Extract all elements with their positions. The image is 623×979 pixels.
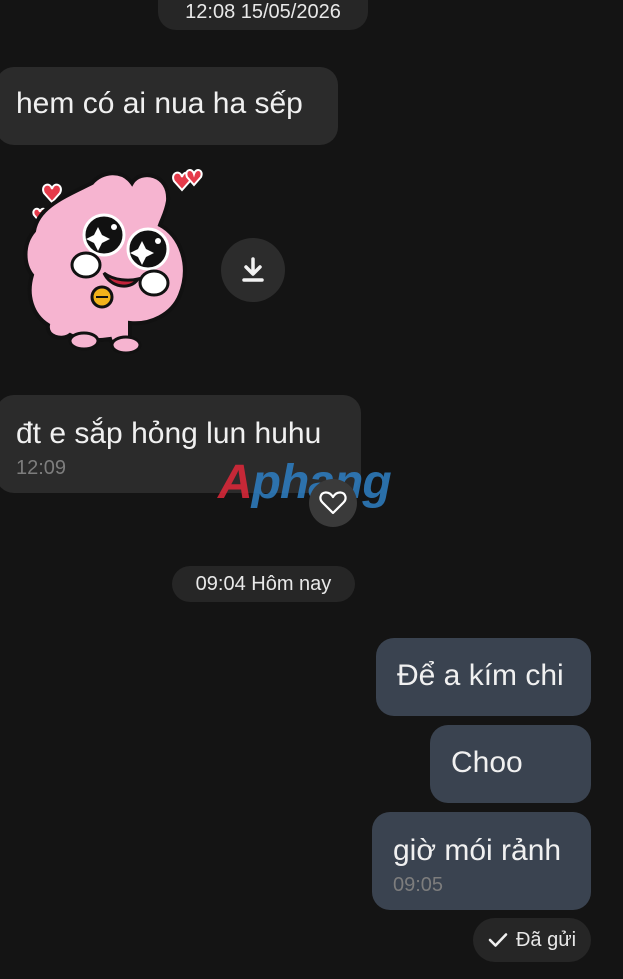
chat-view: 12:08 15/05/2026 hem có ai nua ha sếp đt… — [0, 0, 623, 979]
date-separator-middle: 09:04 Hôm nay — [172, 566, 355, 602]
heart-icon — [319, 491, 347, 515]
date-separator-top: 12:08 15/05/2026 — [158, 0, 368, 30]
sticker-image[interactable] — [22, 165, 207, 360]
check-icon — [488, 933, 508, 947]
watermark-text-a: A — [218, 456, 253, 509]
message-outgoing[interactable]: Để a kím chi — [376, 638, 591, 716]
message-text: Để a kím chi — [397, 659, 564, 692]
watermark-logo: Aphang — [218, 455, 392, 510]
message-text: đt e sắp hỏng lun huhu — [16, 417, 322, 450]
date-separator-text: 12:08 15/05/2026 — [185, 0, 341, 23]
message-incoming[interactable]: hem có ai nua ha sếp — [0, 67, 338, 145]
message-text: hem có ai nua ha sếp — [16, 87, 303, 120]
download-button[interactable] — [221, 238, 285, 302]
date-separator-text: 09:04 Hôm nay — [195, 572, 332, 595]
sent-status-badge: Đã gửi — [473, 918, 591, 962]
download-icon — [242, 257, 264, 282]
message-outgoing[interactable]: giờ mói rảnh 09:05 — [372, 812, 591, 910]
message-text: giờ mói rảnh — [393, 834, 562, 867]
pink-bunny-sticker-icon — [23, 169, 203, 355]
message-outgoing[interactable]: Choo — [430, 725, 591, 803]
reaction-button[interactable] — [309, 479, 357, 527]
sent-status-label: Đã gửi — [515, 928, 577, 951]
message-time: 09:05 — [393, 874, 444, 896]
message-text: Choo — [451, 746, 523, 779]
